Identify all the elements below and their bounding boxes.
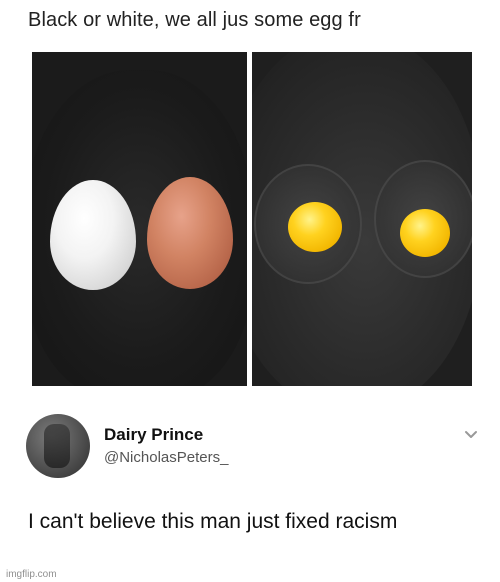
raw-eggs-photo [32, 52, 247, 386]
egg-yolk [400, 209, 450, 257]
cracked-eggs-photo [252, 52, 472, 386]
tweet-card: Dairy Prince @NicholasPeters_ I can't be… [22, 408, 482, 578]
tweet-text: I can't believe this man just fixed raci… [28, 510, 398, 533]
egg-comparison-photo [32, 52, 472, 386]
display-name[interactable]: Dairy Prince [104, 425, 203, 445]
avatar[interactable] [26, 414, 90, 478]
egg-yolk [288, 202, 342, 252]
watermark: imgflip.com [6, 569, 57, 580]
post-caption: Black or white, we all jus some egg fr [28, 9, 361, 31]
user-handle[interactable]: @NicholasPeters_ [104, 449, 228, 466]
chevron-down-icon[interactable] [462, 426, 480, 444]
